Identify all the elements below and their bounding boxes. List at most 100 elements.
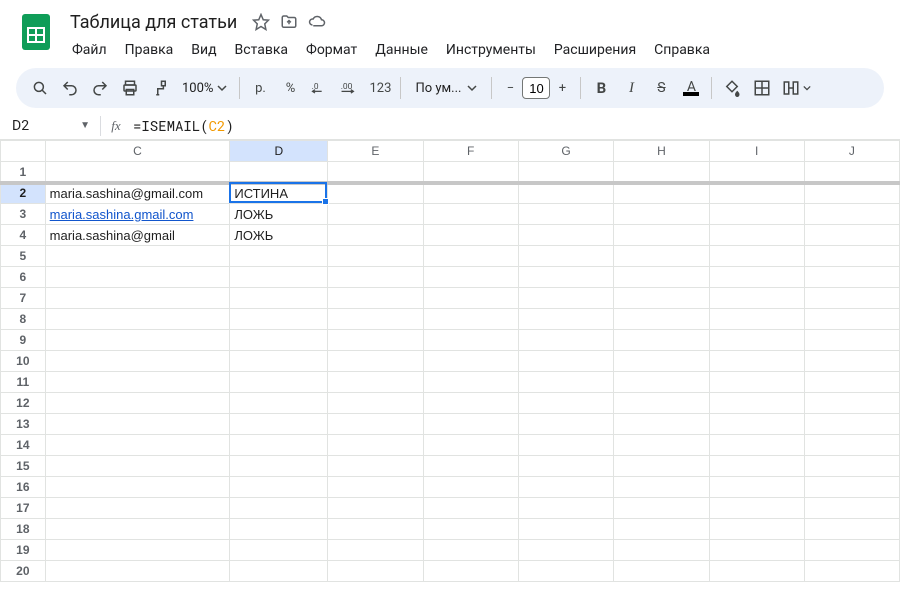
row-header[interactable]: 20 (1, 561, 46, 582)
cell[interactable] (328, 330, 423, 351)
cell[interactable] (804, 519, 899, 540)
cell[interactable] (709, 183, 804, 204)
cell[interactable] (709, 372, 804, 393)
cell[interactable] (423, 204, 518, 225)
merge-cells-icon[interactable] (778, 74, 814, 102)
name-box[interactable]: D2 ▼ (6, 114, 96, 138)
cell[interactable] (45, 498, 230, 519)
formula-input[interactable]: =ISEMAIL(C2) (127, 116, 900, 135)
cell[interactable] (804, 393, 899, 414)
cell[interactable] (328, 540, 423, 561)
menu-file[interactable]: Файл (64, 38, 115, 62)
bold-icon[interactable]: B (587, 74, 615, 102)
cell[interactable] (423, 267, 518, 288)
cell[interactable] (614, 162, 709, 183)
cell[interactable] (230, 267, 328, 288)
cell[interactable] (614, 183, 709, 204)
row-header[interactable]: 17 (1, 498, 46, 519)
cell[interactable] (709, 393, 804, 414)
column-header[interactable]: J (804, 141, 899, 162)
cell[interactable]: ЛОЖЬ (230, 225, 328, 246)
cell[interactable] (423, 351, 518, 372)
cell[interactable] (614, 456, 709, 477)
cell[interactable] (328, 372, 423, 393)
cell[interactable] (230, 477, 328, 498)
cell[interactable] (45, 477, 230, 498)
cell[interactable] (804, 498, 899, 519)
cell[interactable]: maria.sashina.gmail.com (45, 204, 230, 225)
cell[interactable] (518, 540, 613, 561)
row-header[interactable]: 7 (1, 288, 46, 309)
cell[interactable]: maria.sashina@gmail.com (45, 183, 230, 204)
cell[interactable] (709, 309, 804, 330)
cell[interactable] (230, 393, 328, 414)
cell[interactable] (423, 435, 518, 456)
row-header[interactable]: 6 (1, 267, 46, 288)
cell[interactable] (423, 393, 518, 414)
cell[interactable] (709, 414, 804, 435)
decrease-decimal-icon[interactable]: .0 (306, 74, 334, 102)
cell[interactable] (230, 372, 328, 393)
cell[interactable] (328, 435, 423, 456)
cell[interactable] (45, 393, 230, 414)
cell[interactable] (614, 561, 709, 582)
cell[interactable] (328, 204, 423, 225)
cell[interactable] (45, 456, 230, 477)
cell[interactable] (709, 267, 804, 288)
cell[interactable] (423, 183, 518, 204)
cell[interactable] (518, 519, 613, 540)
cell[interactable] (614, 540, 709, 561)
cell[interactable] (614, 204, 709, 225)
italic-icon[interactable]: I (617, 74, 645, 102)
cell-link[interactable]: maria.sashina.gmail.com (50, 207, 194, 222)
font-size-input[interactable] (522, 77, 550, 99)
cell[interactable] (45, 414, 230, 435)
cell[interactable]: maria.sashina@gmail (45, 225, 230, 246)
cell[interactable] (614, 267, 709, 288)
cell[interactable] (518, 498, 613, 519)
cell[interactable] (614, 288, 709, 309)
cell[interactable] (230, 414, 328, 435)
menu-format[interactable]: Формат (298, 38, 365, 62)
number-format-button[interactable]: 123 (366, 74, 394, 102)
cell[interactable] (518, 351, 613, 372)
cell[interactable] (423, 225, 518, 246)
text-color-icon[interactable]: A (677, 74, 705, 102)
cell[interactable] (614, 477, 709, 498)
fill-color-icon[interactable] (718, 74, 746, 102)
cell[interactable] (804, 477, 899, 498)
spreadsheet-grid[interactable]: CDEFGHIJ12maria.sashina@gmail.comИСТИНА3… (0, 140, 900, 590)
cell[interactable] (423, 372, 518, 393)
column-header[interactable]: H (614, 141, 709, 162)
cell[interactable] (328, 267, 423, 288)
cell[interactable] (45, 246, 230, 267)
print-icon[interactable] (116, 74, 144, 102)
cell[interactable] (804, 162, 899, 183)
cell[interactable] (614, 435, 709, 456)
row-header[interactable]: 12 (1, 393, 46, 414)
cell[interactable] (45, 288, 230, 309)
cell[interactable] (45, 540, 230, 561)
menu-help[interactable]: Справка (646, 38, 718, 62)
cell[interactable] (614, 519, 709, 540)
cell[interactable] (328, 393, 423, 414)
cell[interactable] (328, 414, 423, 435)
cell[interactable] (423, 477, 518, 498)
select-all-corner[interactable] (1, 141, 46, 162)
row-header[interactable]: 4 (1, 225, 46, 246)
cell[interactable] (423, 246, 518, 267)
cell[interactable] (328, 351, 423, 372)
cell[interactable] (709, 540, 804, 561)
cell[interactable] (518, 561, 613, 582)
cell[interactable] (518, 309, 613, 330)
cell[interactable] (230, 540, 328, 561)
menu-view[interactable]: Вид (183, 38, 224, 62)
cell[interactable] (230, 246, 328, 267)
cell[interactable] (328, 225, 423, 246)
cell[interactable] (804, 456, 899, 477)
cell[interactable] (614, 393, 709, 414)
row-header[interactable]: 16 (1, 477, 46, 498)
cell[interactable] (423, 456, 518, 477)
row-header[interactable]: 1 (1, 162, 46, 183)
cell[interactable] (518, 414, 613, 435)
